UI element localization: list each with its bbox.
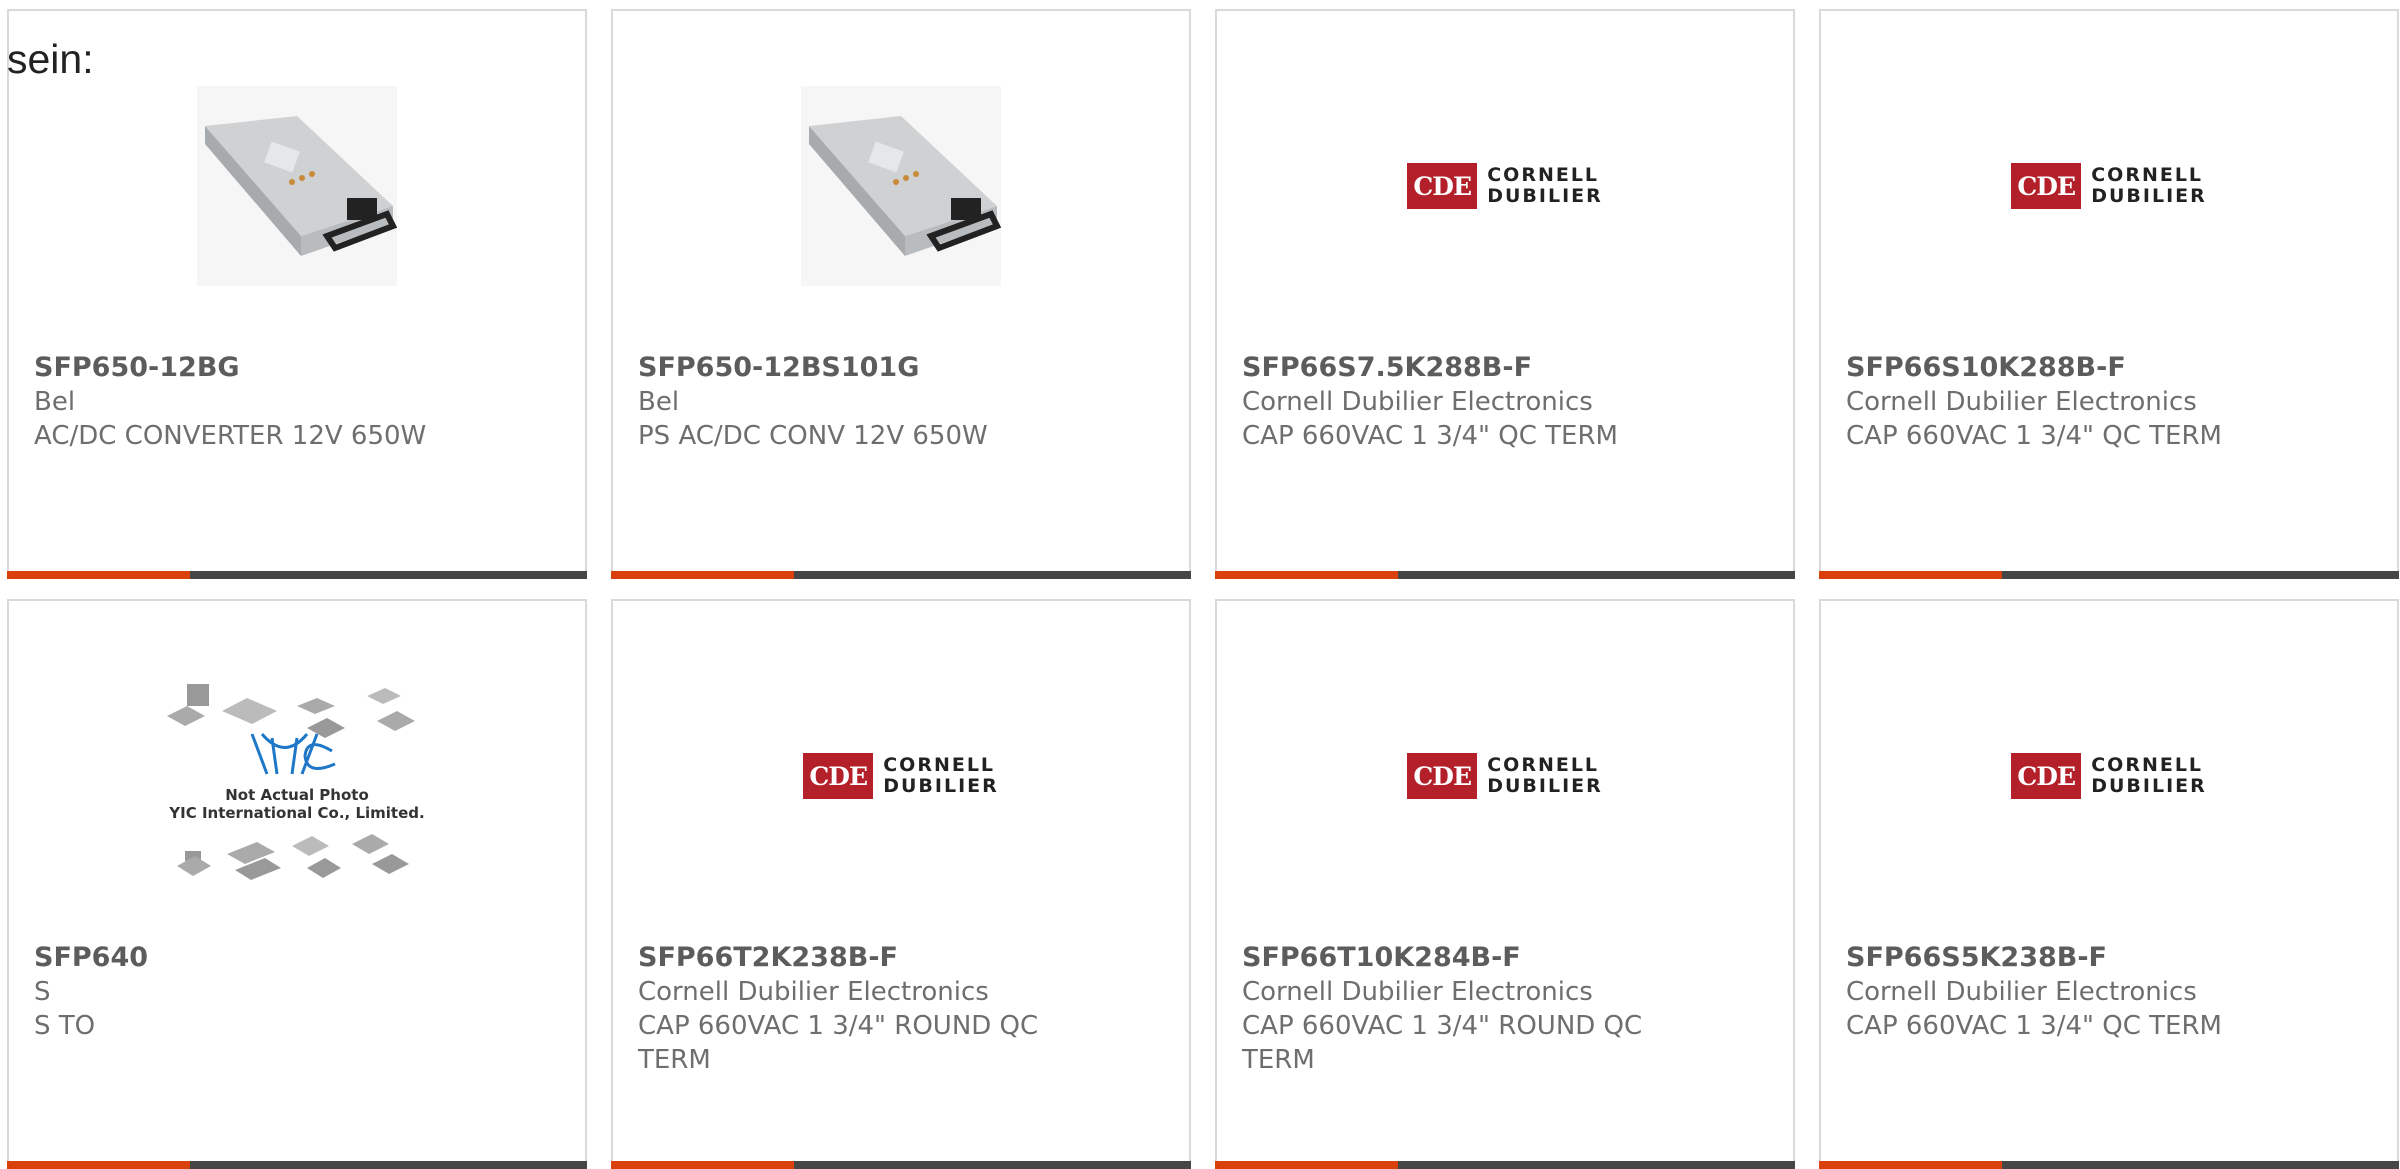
chip-icons	[167, 684, 415, 880]
product-card[interactable]: CDE CORNELL DUBILIER SFP66S5K238B-F Corne…	[1819, 599, 2399, 1169]
product-card[interactable]: CDE CORNELL DUBILIER SFP66T10K284B-F Corn…	[1215, 599, 1795, 1169]
product-info: SFP640 S S TO	[34, 941, 474, 1043]
product-info: SFP66S7.5K288B-F Cornell Dubilier Electr…	[1242, 351, 1682, 453]
power-supply-image	[197, 86, 397, 286]
cde-logo-line1: CORNELL	[2091, 164, 2204, 186]
cde-logo-line2: DUBILIER	[2091, 775, 2207, 797]
description: PS AC/DC CONV 12V 650W	[638, 421, 988, 451]
product-image[interactable]: CDE CORNELL DUBILIER	[1821, 71, 2397, 301]
product-card[interactable]: SFP650-12BG Bel AC/DC CONVERTER 12V 650W	[7, 9, 587, 579]
part-number[interactable]: SFP640	[34, 941, 474, 975]
product-card[interactable]: CDE CORNELL DUBILIER SFP66S7.5K288B-F Cor…	[1215, 9, 1795, 579]
product-image[interactable]: CDE CORNELL DUBILIER	[1217, 661, 1793, 891]
part-number[interactable]: SFP66T2K238B-F	[638, 941, 1078, 975]
card-bottom-bar	[7, 571, 587, 579]
cde-logo-box: CDE	[1407, 753, 1478, 799]
cde-logo-line1: CORNELL	[1487, 164, 1600, 186]
manufacturer: Cornell Dubilier Electronics	[1242, 977, 1593, 1007]
product-image[interactable]: CDE CORNELL DUBILIER	[1217, 71, 1793, 301]
part-number[interactable]: SFP66S5K238B-F	[1846, 941, 2286, 975]
manufacturer: Cornell Dubilier Electronics	[1846, 387, 2197, 417]
lead-text: sein:	[7, 36, 94, 82]
cde-logo: CDE CORNELL DUBILIER	[1407, 753, 1603, 799]
product-image[interactable]: CDE CORNELL DUBILIER	[1821, 661, 2397, 891]
card-bottom-bar	[1819, 1161, 2399, 1169]
product-image[interactable]	[9, 71, 585, 301]
cde-logo-line2: DUBILIER	[2091, 185, 2207, 207]
part-number[interactable]: SFP650-12BG	[34, 351, 474, 385]
manufacturer: Cornell Dubilier Electronics	[1242, 387, 1593, 417]
product-image[interactable]: CDE CORNELL DUBILIER	[613, 661, 1189, 891]
description: CAP 660VAC 1 3/4" QC TERM	[1242, 421, 1618, 451]
placeholder-line1: Not Actual Photo	[225, 786, 369, 804]
product-card[interactable]: Not Actual Photo YIC International Co., …	[7, 599, 587, 1169]
product-info: SFP66S10K288B-F Cornell Dubilier Electro…	[1846, 351, 2286, 453]
description: CAP 660VAC 1 3/4" QC TERM	[1846, 1011, 2222, 1041]
cde-logo: CDE CORNELL DUBILIER	[803, 753, 999, 799]
product-info: SFP66S5K238B-F Cornell Dubilier Electron…	[1846, 941, 2286, 1043]
part-number[interactable]: SFP650-12BS101G	[638, 351, 1078, 385]
product-info: SFP650-12BS101G Bel PS AC/DC CONV 12V 65…	[638, 351, 1078, 453]
product-grid: SFP650-12BG Bel AC/DC CONVERTER 12V 650W…	[0, 0, 2400, 1169]
cde-logo-line2: DUBILIER	[1487, 185, 1603, 207]
description: CAP 660VAC 1 3/4" ROUND QC TERM	[638, 1011, 1039, 1075]
product-info: SFP650-12BG Bel AC/DC CONVERTER 12V 650W	[34, 351, 474, 453]
cde-logo-line2: DUBILIER	[883, 775, 999, 797]
card-bottom-bar	[1819, 571, 2399, 579]
product-card[interactable]: CDE CORNELL DUBILIER SFP66T2K238B-F Corne…	[611, 599, 1191, 1169]
cde-logo: CDE CORNELL DUBILIER	[2011, 753, 2207, 799]
cde-logo-line2: DUBILIER	[1487, 775, 1603, 797]
cde-logo: CDE CORNELL DUBILIER	[2011, 163, 2207, 209]
description: AC/DC CONVERTER 12V 650W	[34, 421, 427, 451]
product-image[interactable]	[613, 71, 1189, 301]
cde-logo-line1: CORNELL	[883, 754, 996, 776]
manufacturer: Cornell Dubilier Electronics	[1846, 977, 2197, 1007]
product-info: SFP66T2K238B-F Cornell Dubilier Electron…	[638, 941, 1078, 1077]
manufacturer: Bel	[638, 387, 680, 417]
part-number[interactable]: SFP66S7.5K288B-F	[1242, 351, 1682, 385]
power-supply-image	[801, 86, 1001, 286]
product-card[interactable]: CDE CORNELL DUBILIER SFP66S10K288B-F Corn…	[1819, 9, 2399, 579]
card-bottom-bar	[1215, 1161, 1795, 1169]
card-bottom-bar	[1215, 571, 1795, 579]
cde-logo-box: CDE	[2011, 163, 2082, 209]
cde-logo-line1: CORNELL	[2091, 754, 2204, 776]
cde-logo-box: CDE	[803, 753, 874, 799]
cde-logo-box: CDE	[1407, 163, 1478, 209]
placeholder-line2: YIC International Co., Limited.	[169, 804, 425, 822]
card-bottom-bar	[611, 571, 1191, 579]
product-info: SFP66T10K284B-F Cornell Dubilier Electro…	[1242, 941, 1682, 1077]
manufacturer: Bel	[34, 387, 76, 417]
product-card[interactable]: SFP650-12BS101G Bel PS AC/DC CONV 12V 65…	[611, 9, 1191, 579]
product-image[interactable]: Not Actual Photo YIC International Co., …	[9, 661, 585, 891]
yic-placeholder-image: Not Actual Photo YIC International Co., …	[157, 656, 437, 896]
description: CAP 660VAC 1 3/4" QC TERM	[1846, 421, 2222, 451]
cde-logo-box: CDE	[2011, 753, 2082, 799]
manufacturer: S	[34, 977, 51, 1007]
part-number[interactable]: SFP66S10K288B-F	[1846, 351, 2286, 385]
description: CAP 660VAC 1 3/4" ROUND QC TERM	[1242, 1011, 1643, 1075]
manufacturer: Cornell Dubilier Electronics	[638, 977, 989, 1007]
description: S TO	[34, 1011, 96, 1041]
cde-logo-line1: CORNELL	[1487, 754, 1600, 776]
card-bottom-bar	[611, 1161, 1191, 1169]
cde-logo: CDE CORNELL DUBILIER	[1407, 163, 1603, 209]
part-number[interactable]: SFP66T10K284B-F	[1242, 941, 1682, 975]
card-bottom-bar	[7, 1161, 587, 1169]
